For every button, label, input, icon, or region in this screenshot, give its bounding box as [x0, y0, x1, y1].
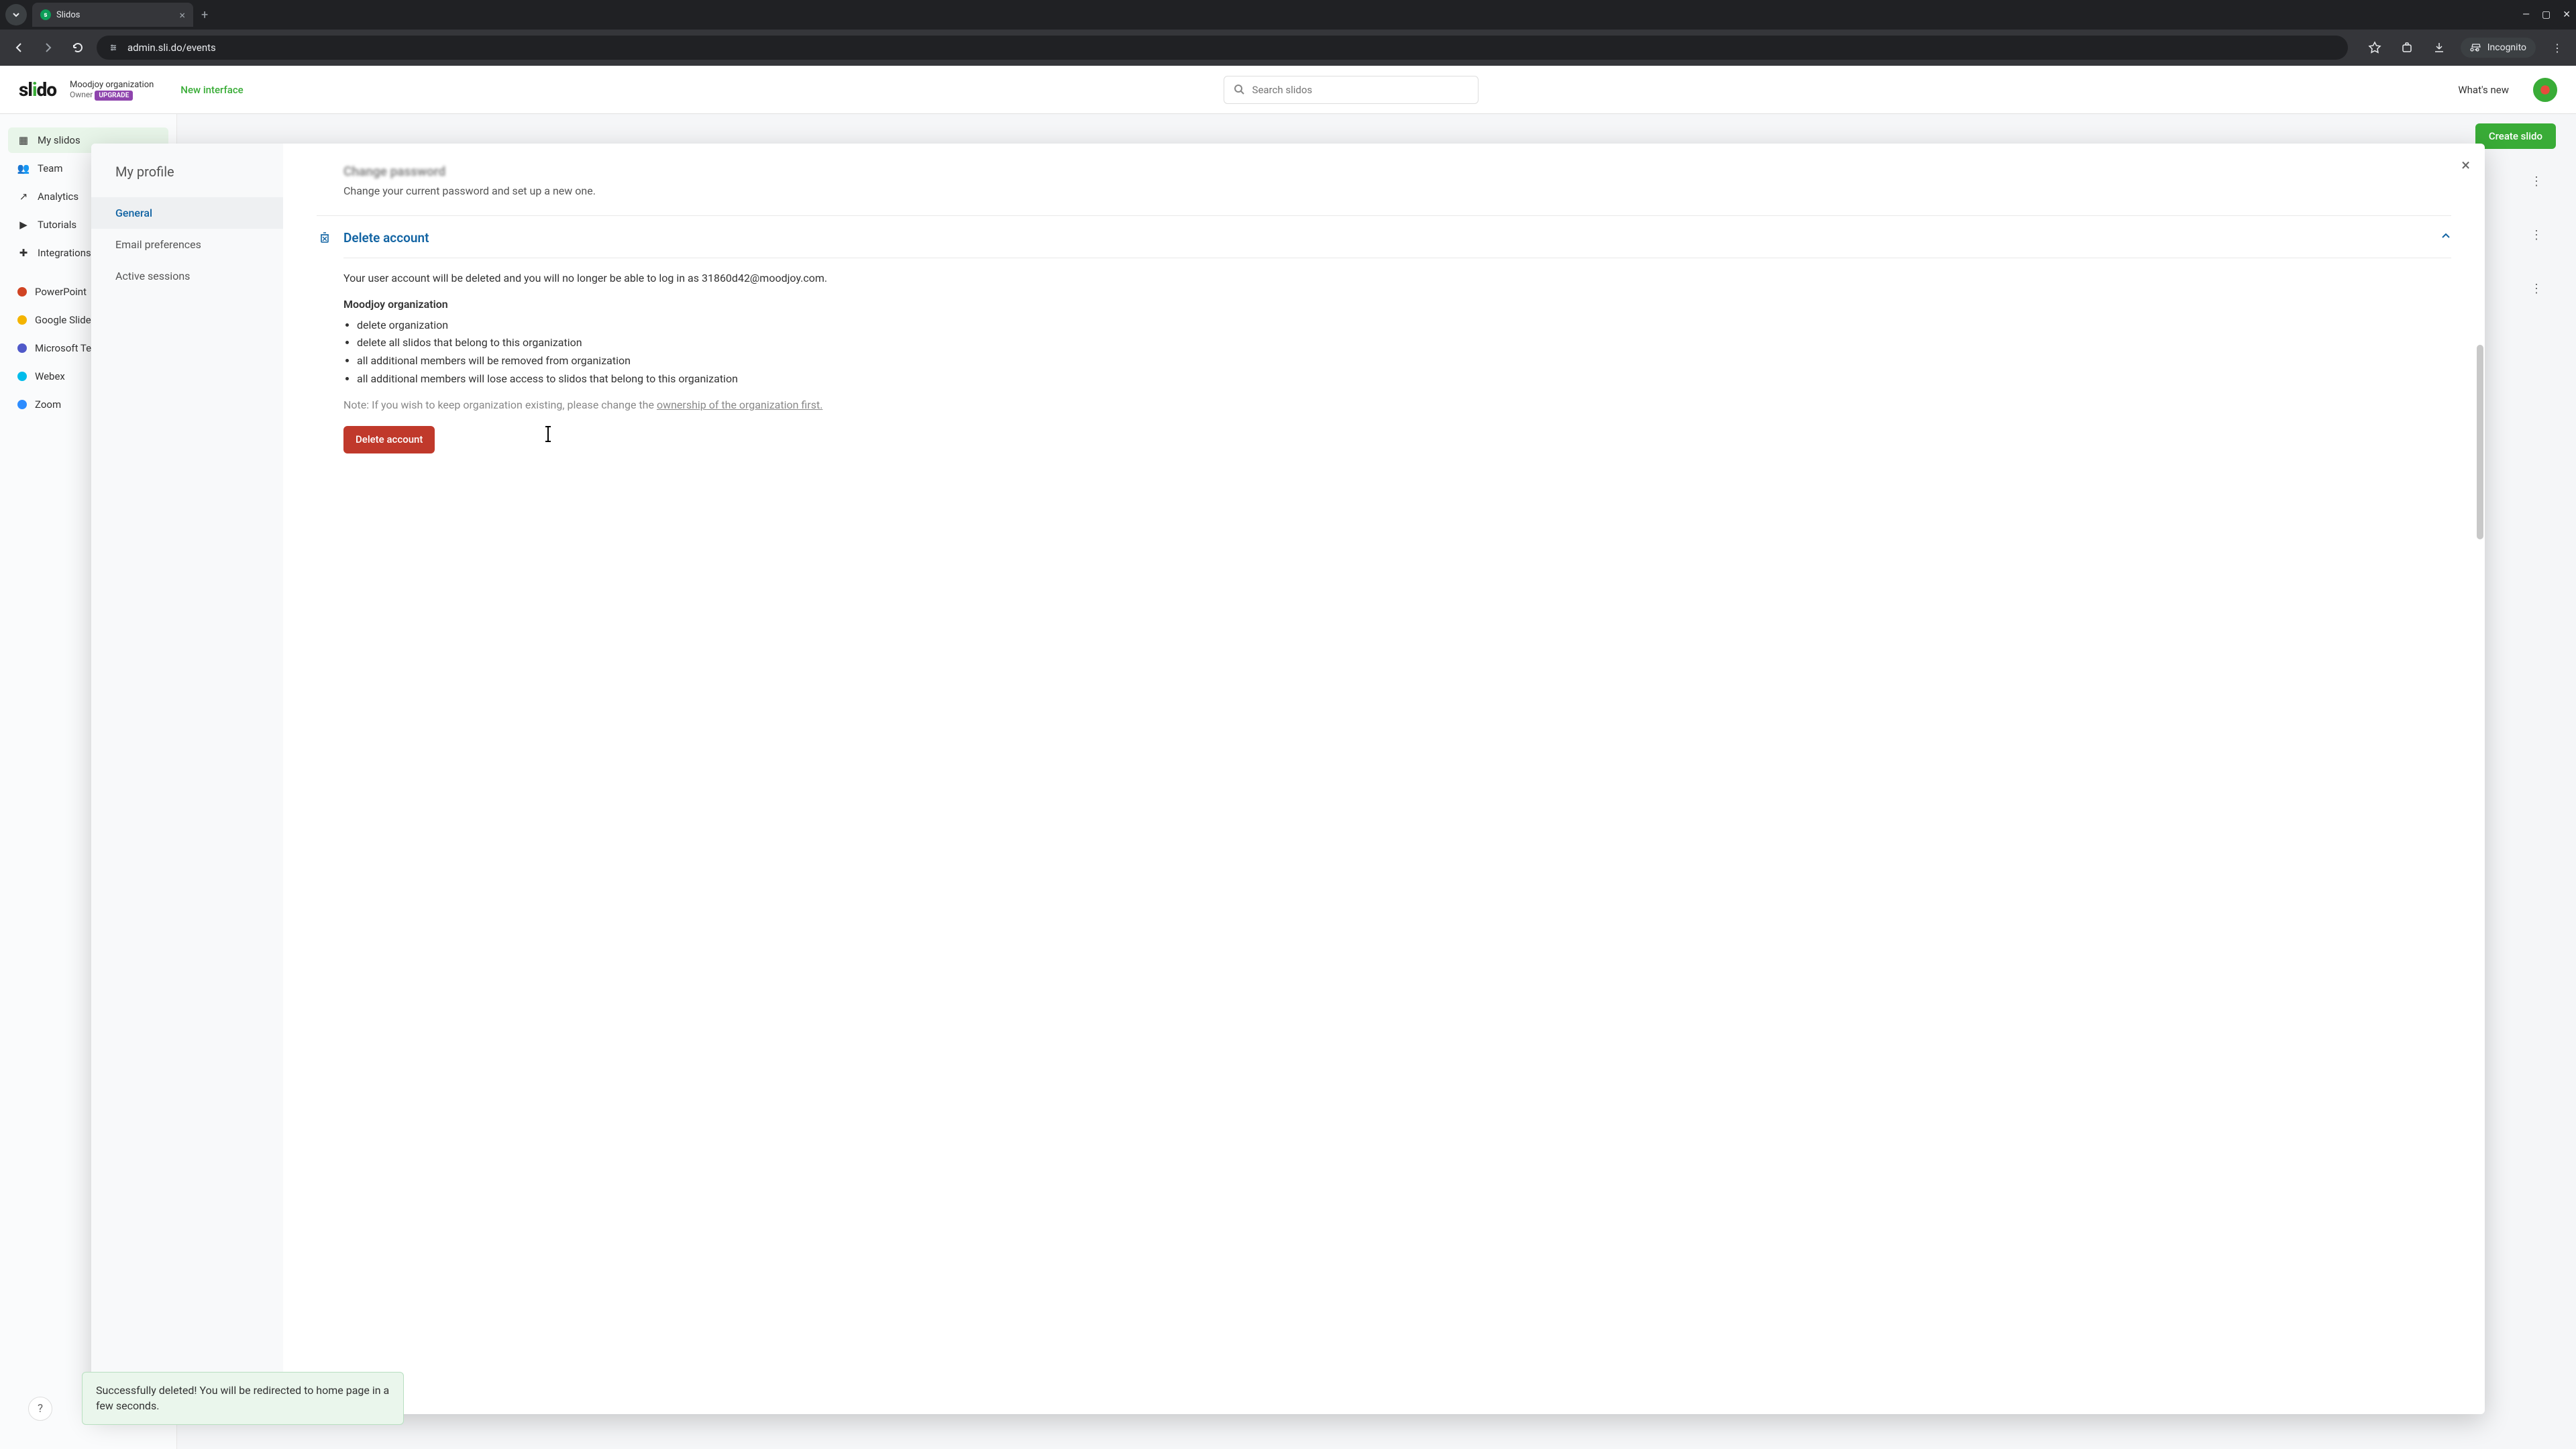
url-text: admin.sli.do/events [127, 42, 216, 54]
incognito-badge[interactable]: Incognito [2461, 38, 2536, 58]
tutorials-icon: ▶ [17, 219, 30, 231]
help-button[interactable]: ? [28, 1397, 52, 1421]
change-password-subtitle: Change your current password and set up … [343, 183, 2451, 199]
upgrade-badge[interactable]: UPGRADE [95, 91, 133, 101]
modal-close-button[interactable]: × [2461, 156, 2470, 174]
incognito-icon [2470, 42, 2482, 54]
slidos-icon: ▦ [17, 134, 30, 146]
bookmark-icon[interactable] [2364, 37, 2385, 58]
whats-new-link[interactable]: What's new [2458, 84, 2509, 96]
delete-intro-text: Your user account will be deleted and yo… [343, 270, 2451, 287]
sidebar-item-label: Team [38, 162, 63, 174]
search-field[interactable] [1224, 76, 1479, 104]
success-toast: Successfully deleted! You will be redire… [82, 1372, 404, 1425]
modal-tab-general[interactable]: General [91, 197, 283, 229]
site-settings-icon[interactable] [106, 40, 121, 55]
chevron-up-icon[interactable] [2440, 231, 2451, 245]
window-close-icon[interactable]: ✕ [2563, 9, 2571, 20]
powerpoint-icon [17, 287, 27, 297]
delete-account-title[interactable]: Delete account [343, 230, 2430, 246]
integrations-icon: ✚ [17, 247, 30, 259]
browser-address-bar: admin.sli.do/events Incognito ⋮ [0, 30, 2576, 66]
tab-close-icon[interactable]: × [179, 9, 185, 21]
integration-label: Google Slides [35, 314, 96, 326]
text-cursor-icon [547, 427, 549, 441]
window-maximize-icon[interactable]: ▢ [2542, 9, 2551, 20]
chevron-down-icon [12, 11, 20, 19]
delete-note: Note: If you wish to keep organization e… [343, 397, 2451, 414]
delete-bullet: all additional members will lose access … [357, 371, 2451, 388]
browser-tab-bar: s Slidos × + — ▢ ✕ [0, 0, 2576, 30]
slido-logo[interactable]: slido [19, 78, 56, 101]
google-slides-icon [17, 315, 27, 325]
delete-bullet: delete all slidos that belong to this or… [357, 335, 2451, 352]
analytics-icon: ↗ [17, 191, 30, 203]
reload-icon [72, 42, 84, 54]
window-minimize-icon[interactable]: — [2522, 9, 2530, 20]
create-slido-button[interactable]: Create slido [2475, 123, 2556, 149]
user-avatar[interactable] [2533, 78, 2557, 102]
webex-icon [17, 372, 27, 381]
arrow-right-icon [42, 42, 54, 54]
delete-bullet: delete organization [357, 317, 2451, 334]
delete-bullet: all additional members will be removed f… [357, 353, 2451, 370]
sidebar-item-label: Tutorials [38, 219, 76, 231]
list-item-menu-icon[interactable]: ⋮ [2530, 228, 2542, 242]
sidebar-item-label: Analytics [38, 191, 78, 203]
app-header: slido Moodjoy organization Owner UPGRADE… [0, 66, 2576, 114]
browser-menu-icon[interactable]: ⋮ [2546, 37, 2568, 58]
integration-label: Webex [35, 370, 65, 382]
delete-note-prefix: Note: If you wish to keep organization e… [343, 398, 657, 411]
sidebar-item-label: Integrations [38, 247, 91, 259]
integration-label: PowerPoint [35, 286, 87, 298]
new-interface-link[interactable]: New interface [180, 84, 243, 96]
sidebar-item-label: My slidos [38, 134, 80, 146]
profile-modal: My profile General Email preferences Act… [91, 144, 2485, 1414]
incognito-label: Incognito [2487, 42, 2526, 53]
scrollbar-thumb[interactable] [2477, 345, 2483, 539]
new-tab-button[interactable]: + [201, 8, 208, 22]
ownership-link[interactable]: ownership of the organization first. [657, 398, 822, 411]
org-info[interactable]: Moodjoy organization Owner UPGRADE [70, 80, 154, 99]
nav-back-button[interactable] [8, 37, 30, 58]
extensions-icon[interactable] [2396, 37, 2418, 58]
modal-content: × Change password Change your current pa… [283, 144, 2485, 1414]
delete-org-heading: Moodjoy organization [343, 297, 2451, 313]
team-icon: 👥 [17, 162, 30, 174]
org-name: Moodjoy organization [70, 80, 154, 90]
downloads-icon[interactable] [2428, 37, 2450, 58]
favicon-slido: s [40, 9, 51, 20]
list-item-menu-icon[interactable]: ⋮ [2530, 282, 2542, 296]
toast-text: Successfully deleted! You will be redire… [96, 1384, 389, 1411]
integration-label: Zoom [35, 398, 61, 411]
delete-bullet-list: delete organization delete all slidos th… [357, 317, 2451, 388]
url-field[interactable]: admin.sli.do/events [97, 36, 2348, 60]
nav-forward-button [38, 37, 59, 58]
zoom-icon [17, 400, 27, 409]
modal-title: My profile [91, 164, 283, 197]
search-input[interactable] [1252, 84, 1468, 96]
delete-account-button[interactable]: Delete account [343, 426, 435, 453]
tabs-dropdown[interactable] [5, 4, 27, 25]
search-icon [1234, 84, 1246, 96]
change-password-title: Change password [343, 164, 445, 179]
org-role: Owner [70, 90, 93, 99]
modal-tab-email[interactable]: Email preferences [91, 229, 283, 260]
delete-icon [317, 229, 333, 246]
ms-teams-icon [17, 343, 27, 353]
browser-tab[interactable]: s Slidos × [32, 3, 193, 27]
tab-title: Slidos [56, 10, 174, 20]
modal-tab-sessions[interactable]: Active sessions [91, 260, 283, 292]
modal-sidebar: My profile General Email preferences Act… [91, 144, 283, 1414]
nav-reload-button[interactable] [67, 37, 89, 58]
list-item-menu-icon[interactable]: ⋮ [2530, 174, 2542, 189]
arrow-left-icon [13, 42, 25, 54]
